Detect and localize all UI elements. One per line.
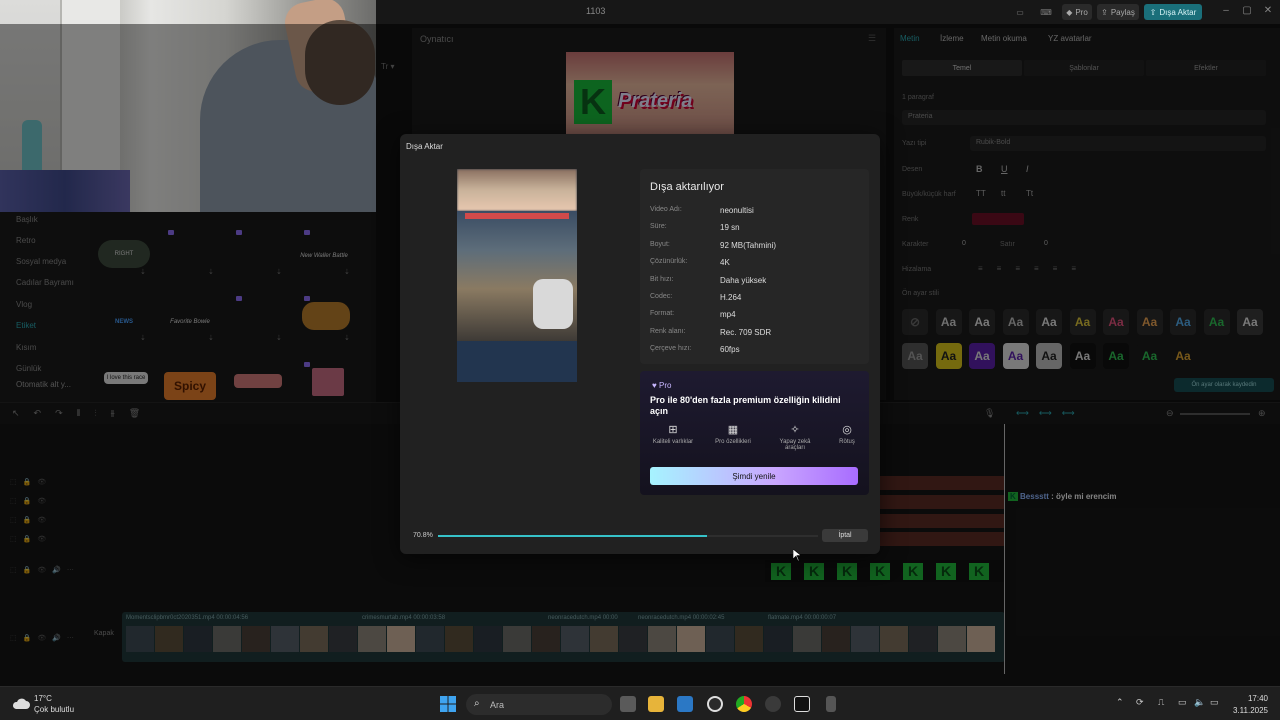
minimize-icon[interactable]: – xyxy=(1218,5,1234,19)
capcut-icon[interactable] xyxy=(794,696,810,712)
export-button[interactable]: ⇧ Dışa Aktar xyxy=(1144,4,1202,20)
search-placeholder: Ara xyxy=(490,700,505,710)
info-value: H.264 xyxy=(720,293,742,302)
pro-badge: ♥ Pro xyxy=(652,381,672,390)
pro-upsell-card: ♥ Pro Pro ile 80'den fazla premium özell… xyxy=(640,371,869,495)
shortcut-icon[interactable]: ⌨ xyxy=(1036,4,1056,20)
preview-bottom xyxy=(457,341,577,382)
info-key: Codec: xyxy=(650,293,673,300)
chrome-icon[interactable] xyxy=(736,696,752,712)
weather-temp[interactable]: 17°C xyxy=(34,694,52,703)
preview-sky xyxy=(457,169,577,211)
feature-assets: ⊞ Kaliteli varlıklar xyxy=(648,423,698,445)
info-key: Format: xyxy=(650,310,675,318)
info-key: Boyut: xyxy=(650,240,670,248)
mic-app-icon[interactable] xyxy=(826,696,836,712)
progress-percent: 70.8% xyxy=(413,532,433,539)
pro-button[interactable]: ◆ Pro xyxy=(1062,4,1092,20)
preview-weapon xyxy=(533,279,573,329)
maximize-icon[interactable]: ▢ xyxy=(1239,5,1255,19)
usb-icon[interactable]: ⎍ xyxy=(1158,697,1164,708)
battery-icon[interactable]: ▭ xyxy=(1210,697,1219,708)
feature-pro: ▦ Pro özellikleri xyxy=(708,423,758,445)
share-icon: ⇪ xyxy=(1101,7,1108,17)
feature-ai: ✧ Yapay zekâ araçları xyxy=(770,423,820,451)
cloud-icon[interactable] xyxy=(12,696,30,710)
info-value: 60fps xyxy=(720,345,740,355)
progress-bar xyxy=(438,535,818,537)
export-heading: Dışa aktarılıyor xyxy=(650,181,724,193)
weather-desc[interactable]: Çok bulutlu xyxy=(34,705,74,714)
windows-start-icon[interactable] xyxy=(440,696,456,712)
info-key: Bit hızı: xyxy=(650,275,674,283)
taskbar: 17°C Çok bulutlu ⌕ Ara ⌃ ⟳ ⎍ ▭ 🔈 ▭ 17:40… xyxy=(0,686,1280,720)
photos-icon[interactable] xyxy=(677,696,693,712)
network-icon[interactable]: ▭ xyxy=(1178,697,1187,708)
export-preview xyxy=(457,169,577,382)
export-icon: ⇧ xyxy=(1149,7,1157,17)
progress-fill xyxy=(438,535,708,537)
dialog-title: Dışa Aktar xyxy=(406,142,443,151)
preview-hud xyxy=(465,213,569,219)
window-title: 1103 xyxy=(586,6,606,16)
info-key: Çerçeve hızı: xyxy=(650,345,692,353)
task-view-icon[interactable] xyxy=(620,696,636,712)
image-plus-icon: ⊞ xyxy=(668,424,678,436)
sync-icon[interactable]: ⟳ xyxy=(1136,697,1144,708)
magic-wand-icon: ✧ xyxy=(790,424,800,436)
info-value: 92 MB(Tahmini) xyxy=(720,240,777,250)
steam-icon[interactable] xyxy=(707,696,723,712)
export-dialog: Dışa Aktar Dışa aktarılıyor Video Adı: ne… xyxy=(400,134,880,554)
export-info-card: Dışa aktarılıyor Video Adı: neonultisi Sür… xyxy=(640,169,869,364)
info-key: Renk alanı: xyxy=(650,327,686,335)
volume-icon[interactable]: 🔈 xyxy=(1194,697,1205,708)
search-icon: ⌕ xyxy=(474,698,480,709)
info-value: neonultisi xyxy=(720,206,754,215)
clock-time[interactable]: 17:40 xyxy=(1234,694,1268,703)
info-key: Süre: xyxy=(650,223,667,231)
app-icon[interactable] xyxy=(765,696,781,712)
info-key: Video Adı: xyxy=(650,206,682,213)
feature-retouch: ◎ Rötuş xyxy=(822,423,872,445)
heart-icon: ♥ xyxy=(652,381,657,390)
mouse-cursor xyxy=(792,548,802,562)
clock-date[interactable]: 3.11.2025 xyxy=(1230,706,1268,715)
share-button[interactable]: ⇪ Paylaş xyxy=(1097,4,1139,20)
info-key: Çözünürlük: xyxy=(650,258,688,266)
info-value: Daha yüksek xyxy=(720,275,767,285)
grid-icon: ▦ xyxy=(727,424,739,436)
cancel-button[interactable]: İptal xyxy=(822,529,868,542)
taskbar-search[interactable]: ⌕ Ara xyxy=(466,694,612,715)
chevron-up-icon[interactable]: ⌃ xyxy=(1116,697,1124,708)
pro-heading: Pro ile 80'den fazla premium özelliğin k… xyxy=(650,395,841,416)
info-value: 19 sn xyxy=(720,223,740,233)
retouch-icon: ◎ xyxy=(842,424,852,436)
info-value: mp4 xyxy=(720,310,736,320)
diamond-icon: ◆ xyxy=(1066,7,1073,17)
info-value: 4K xyxy=(720,258,730,268)
renew-button[interactable]: Şimdi yenile xyxy=(650,467,858,485)
close-icon[interactable]: ✕ xyxy=(1260,5,1276,19)
file-explorer-icon[interactable] xyxy=(648,696,664,712)
info-value: Rec. 709 SDR xyxy=(720,327,772,337)
layout-icon[interactable]: ▭ xyxy=(1010,4,1030,20)
